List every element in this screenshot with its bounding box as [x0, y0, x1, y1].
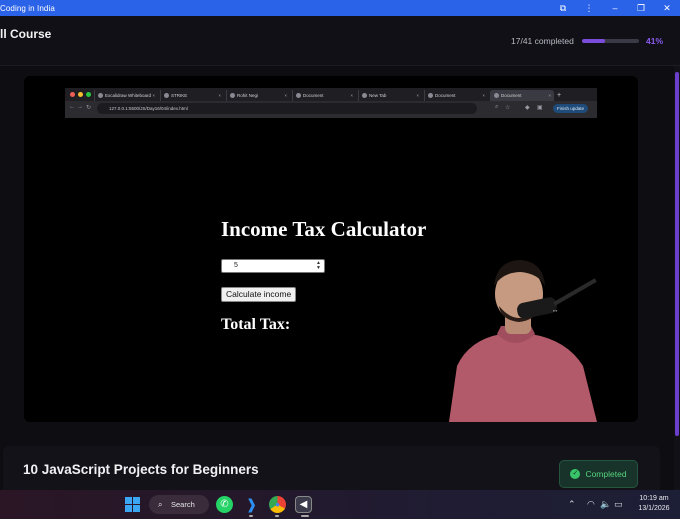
- tab-favicon-icon: [98, 93, 103, 98]
- windows-start-icon[interactable]: [125, 497, 140, 512]
- page-heading: Income Tax Calculator: [221, 217, 427, 241]
- recorded-browser-window: Excalidraw Whiteboard × STRIKE × Rohit Negi ×…: [65, 88, 597, 118]
- spinner-arrows-icon: ▲ ▼: [316, 260, 321, 271]
- chrome-icon[interactable]: ●: [269, 496, 286, 513]
- check-circle-icon: ✓: [570, 469, 581, 479]
- browser-tab: New Tab ×: [358, 90, 422, 101]
- income-input: 5 ▲ ▼: [221, 259, 325, 273]
- coding-app-icon[interactable]: ◀: [295, 496, 312, 513]
- taskbar-search[interactable]: ⌕ Search: [149, 495, 209, 514]
- close-button[interactable]: ✕: [654, 0, 680, 16]
- svg-text:▪▪▪: ▪▪▪: [553, 308, 558, 313]
- volume-icon[interactable]: 🔈: [600, 499, 611, 510]
- browser-tab: Document ×: [424, 90, 488, 101]
- windows-taskbar: ⌕ Search ✆ ❱ ● ◀ ⌃ ◠ 🔈 ▭ 10:19 am 13/1/2…: [0, 490, 680, 519]
- tab-close-icon: ×: [284, 93, 287, 98]
- taskbar-search-label: Search: [171, 500, 195, 509]
- puzzle-icon: ▣: [537, 105, 543, 111]
- course-title: ll Course: [0, 27, 52, 41]
- tab-favicon-icon: [494, 93, 499, 98]
- tab-favicon-icon: [362, 93, 367, 98]
- completed-label: Completed: [585, 469, 627, 479]
- income-input-value: 5: [234, 262, 238, 269]
- tab-favicon-icon: [230, 93, 235, 98]
- browser-tab-strip: Excalidraw Whiteboard × STRIKE × Rohit Negi ×…: [65, 88, 597, 101]
- vscode-icon[interactable]: ❱: [243, 496, 260, 513]
- extension-icon: ◆: [525, 105, 530, 111]
- total-tax-label: Total Tax:: [221, 316, 291, 333]
- clock-date: 13/1/2026: [638, 505, 670, 512]
- progress-bar-fill: [582, 39, 606, 43]
- tab-close-icon: ×: [548, 93, 551, 98]
- browser-tab-label: New Tab: [369, 93, 387, 98]
- window-title: Coding in India: [0, 3, 55, 13]
- coding-app-running-indicator: [301, 515, 309, 517]
- wifi-icon[interactable]: ◠: [587, 499, 595, 510]
- tab-favicon-icon: [296, 93, 301, 98]
- tab-favicon-icon: [164, 93, 169, 98]
- course-header: ll Course 17/41 completed 41%: [0, 16, 680, 66]
- progress-text: 17/41 completed: [511, 36, 574, 46]
- browser-tab: Rohit Negi ×: [226, 90, 290, 101]
- browser-tab-label: STRIKE: [171, 93, 188, 98]
- back-icon: ←: [69, 104, 75, 110]
- scrollbar-thumb[interactable]: [675, 72, 679, 436]
- tray-chevron-up-icon[interactable]: ⌃: [568, 499, 576, 510]
- progress-bar: [582, 39, 639, 43]
- address-bar: 127.0.0.1:5500/JS/Day16/04/index.html: [97, 103, 477, 114]
- traffic-light-close-icon: [70, 92, 75, 97]
- vscode-running-indicator: [249, 515, 253, 517]
- browser-tab: Document ×: [490, 90, 554, 101]
- browser-tab-label: Document: [435, 93, 456, 98]
- browser-tab-label: Rohit Negi: [237, 93, 259, 98]
- extensions-icon[interactable]: ⧉: [550, 0, 576, 16]
- traffic-light-minimize-icon: [78, 92, 83, 97]
- browser-tab-label: Document: [501, 93, 522, 98]
- progress-percent: 41%: [646, 36, 664, 46]
- tab-close-icon: ×: [152, 93, 155, 98]
- reload-icon: ↻: [86, 105, 92, 111]
- chrome-running-indicator: [275, 515, 279, 517]
- restore-button[interactable]: ❐: [628, 0, 654, 16]
- more-menu-icon[interactable]: ⋮: [576, 0, 602, 16]
- browser-tab-label: Document: [303, 93, 324, 98]
- lesson-title: 10 JavaScript Projects for Beginners: [23, 462, 259, 477]
- clock-time: 10:19 am: [639, 495, 669, 502]
- browser-tab-label: Excalidraw Whiteboard: [105, 93, 152, 98]
- battery-icon[interactable]: ▭: [614, 499, 623, 510]
- browser-tab: Document ×: [292, 90, 356, 101]
- address-url: 127.0.0.1:5500/JS/Day16/04/index.html: [109, 106, 188, 111]
- forward-icon: →: [77, 104, 83, 110]
- browser-tab: Excalidraw Whiteboard ×: [94, 90, 158, 101]
- bookmark-star-icon: ☆: [505, 105, 511, 111]
- calculate-income-button: Calculate income: [221, 287, 297, 302]
- zoom-icon: ⌕: [495, 104, 499, 110]
- browser-tab: STRIKE ×: [160, 90, 224, 101]
- whatsapp-icon[interactable]: ✆: [216, 496, 233, 513]
- tab-close-icon: ×: [416, 93, 419, 98]
- finish-update-pill: Finish update: [553, 104, 589, 113]
- presenter-webcam: ▪▪▪: [439, 256, 599, 422]
- window-titlebar: Coding in India ⧉ ⋮ – ❐ ✕: [0, 0, 680, 16]
- tab-favicon-icon: [428, 93, 433, 98]
- minimize-button[interactable]: –: [602, 0, 628, 16]
- video-player[interactable]: Excalidraw Whiteboard × STRIKE × Rohit Negi ×…: [24, 76, 638, 422]
- window-controls: ⧉ ⋮ – ❐ ✕: [550, 0, 680, 16]
- new-tab-icon: +: [557, 92, 562, 99]
- completed-button[interactable]: ✓ Completed: [559, 460, 638, 488]
- taskbar-clock[interactable]: 10:19 am 13/1/2026: [632, 494, 676, 514]
- search-icon: ⌕: [158, 500, 163, 509]
- traffic-light-zoom-icon: [86, 92, 91, 97]
- tab-close-icon: ×: [218, 93, 221, 98]
- tab-close-icon: ×: [350, 93, 353, 98]
- tab-close-icon: ×: [482, 93, 485, 98]
